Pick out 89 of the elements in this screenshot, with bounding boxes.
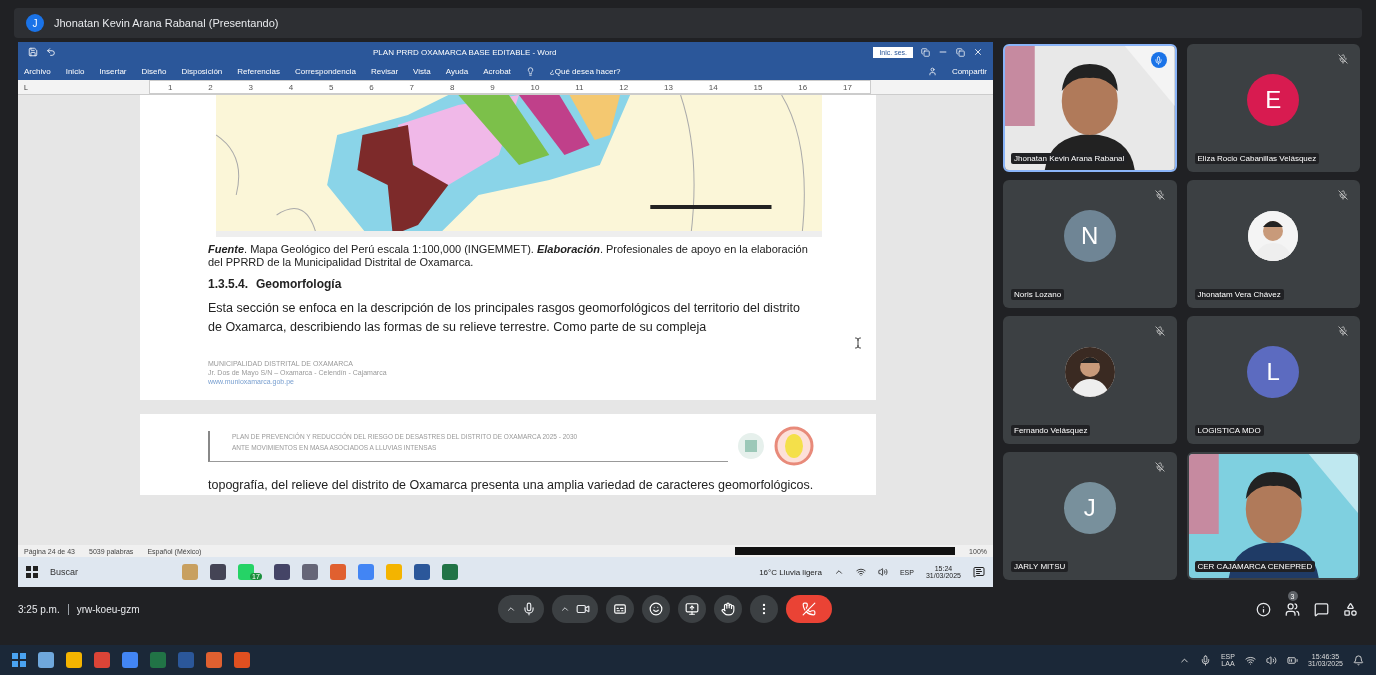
undo-icon[interactable]	[46, 47, 56, 57]
body-paragraph: Esta sección se enfoca en la descripción de los principales rasgos geomorfológicos del territorio del distrito de Oxamarca, describiendo las formas de su relieve terrestre. Como parte de su compleja	[208, 300, 801, 336]
end-call-button[interactable]	[785, 595, 832, 623]
camera-icon[interactable]	[575, 602, 590, 616]
presenter-avatar: J	[26, 14, 44, 32]
ribbon-tab[interactable]: Insertar	[99, 66, 127, 76]
app-icon[interactable]	[441, 564, 458, 580]
participant-name: LOGISTICA MDO	[1194, 425, 1264, 436]
emblem-icon	[774, 426, 814, 466]
restore-icon[interactable]	[956, 47, 965, 57]
hand-icon[interactable]	[720, 602, 735, 616]
meeting-code: yrw-koeu-gzm	[67, 603, 140, 615]
emoji-button[interactable]	[641, 595, 670, 623]
chat-button[interactable]	[1314, 601, 1329, 617]
ribbon-tab[interactable]: Vista	[413, 66, 431, 76]
wifi-icon[interactable]	[855, 567, 866, 577]
captions-icon[interactable]	[612, 602, 627, 616]
chevron-up-icon[interactable]	[833, 567, 844, 577]
participant-avatar: L	[1247, 346, 1300, 398]
seal-icon	[736, 431, 766, 461]
ribbon-tab[interactable]: Disposición	[181, 66, 223, 76]
captions-button[interactable]	[605, 595, 634, 623]
volume-icon[interactable]	[877, 567, 888, 577]
notifications-icon[interactable]	[1353, 654, 1364, 666]
close-icon[interactable]	[973, 47, 983, 57]
ribbon-tab[interactable]: Archivo	[24, 66, 51, 76]
figure-caption: Fuente. Mapa Geológico del Perú escala 1:100,000 (INGEMMET). Elaboración. Profesionales de apoyo en la elaboración del PPRRD de la Municipalidad Distrital de Oxamarca.	[208, 243, 809, 269]
share-button[interactable]: Compartir	[951, 66, 987, 76]
start-icon[interactable]	[26, 566, 38, 578]
participant-avatar: J	[1063, 482, 1116, 534]
participant-name: JARLY MITSU	[1011, 561, 1069, 572]
wifi-icon[interactable]	[1244, 654, 1256, 666]
start-icon[interactable]	[12, 653, 26, 667]
save-icon[interactable]	[28, 47, 38, 57]
microphone-icon[interactable]	[1199, 654, 1211, 666]
microphone-button[interactable]	[497, 595, 544, 623]
participant-tile[interactable]: J JARLY MITSU	[1003, 452, 1177, 580]
ribbon-tab[interactable]: Referencias	[237, 66, 280, 76]
participant-avatar: N	[1063, 210, 1116, 262]
ribbon-tab[interactable]: Correspondencia	[295, 66, 356, 76]
battery-icon[interactable]	[1286, 654, 1298, 666]
notifications-icon[interactable]	[973, 566, 985, 578]
ribbon-tab[interactable]: Ayuda	[445, 66, 469, 76]
participant-tile[interactable]: N Noris Lozano	[1003, 180, 1177, 308]
participant-tile[interactable]: L LOGISTICA MDO	[1186, 316, 1360, 444]
participant-tile[interactable]: E Eliza Rocio Cabanillas Velásquez	[1186, 44, 1360, 172]
participant-name: CER CAJAMARCA CENEPRED	[1194, 561, 1316, 572]
participant-avatar: E	[1247, 74, 1300, 126]
participant-name: Noris Lozano	[1011, 289, 1065, 300]
ribbon-tab[interactable]: Inicio	[65, 66, 85, 76]
weather-status[interactable]: 16°C Lluvia ligera	[759, 567, 822, 577]
camera-button[interactable]	[551, 595, 598, 623]
lightbulb-icon[interactable]	[525, 66, 535, 76]
raise-hand-button[interactable]	[713, 595, 742, 623]
participant-name: Fernando Velásquez	[1011, 425, 1091, 436]
ribbon-tab[interactable]: Acrobat	[483, 66, 511, 76]
app-icon[interactable]	[301, 564, 318, 580]
caret-icon[interactable]	[559, 604, 570, 614]
ribbon-tab[interactable]: Diseño	[141, 66, 167, 76]
app-icon[interactable]	[413, 564, 430, 580]
present-button[interactable]	[677, 595, 706, 623]
phone-icon[interactable]	[801, 602, 816, 616]
present-screen-icon[interactable]	[684, 602, 699, 616]
heading-number: 1.3.5.4.	[208, 277, 249, 291]
app-icon[interactable]	[273, 564, 290, 580]
ruler: 1 2 3 4 5 6 7 8 9 10 11 12 13 14 15 16 17	[149, 80, 871, 94]
section-heading: Geomorfología	[256, 277, 342, 291]
smiley-icon[interactable]	[648, 602, 663, 616]
participant-tile[interactable]: Jhonatam Vera Chávez	[1186, 180, 1360, 308]
activities-button[interactable]	[1343, 601, 1358, 617]
participant-name: Jhonatam Vera Chávez	[1194, 289, 1284, 300]
text-cursor-icon	[852, 337, 864, 349]
participant-tile[interactable]: CER CAJAMARCA CENEPRED	[1186, 452, 1360, 580]
tell-me-field[interactable]: ¿Qué desea hacer?	[549, 66, 621, 76]
meeting-time: 3:25 p.m.	[18, 603, 60, 615]
ribbon-tab[interactable]: Revisar	[370, 66, 399, 76]
participant-tile[interactable]: Fernando Velásquez	[1003, 316, 1177, 444]
presenter-label: Jhonatan Kevin Arana Rabanal (Presentando)	[54, 17, 279, 29]
caret-icon[interactable]	[505, 604, 516, 614]
info-button[interactable]	[1256, 601, 1271, 617]
window-title: PLAN PRRD OXAMARCA BASE EDITABLE - Word	[372, 47, 558, 57]
people-button[interactable]	[1285, 602, 1300, 617]
microphone-icon[interactable]	[521, 602, 536, 616]
search-field[interactable]: Buscar	[50, 562, 170, 582]
body-paragraph: topografía, del relieve del distrito de Oxamarca presenta una amplia variedad de caracteres geomorfológicos.	[208, 477, 814, 494]
volume-icon[interactable]	[1265, 654, 1277, 666]
person-icon[interactable]	[927, 66, 937, 76]
participant-tile[interactable]: Jhonatan Kevin Arana Rabanal	[1003, 44, 1177, 172]
participant-name: Eliza Rocio Cabanillas Velásquez	[1194, 153, 1320, 164]
